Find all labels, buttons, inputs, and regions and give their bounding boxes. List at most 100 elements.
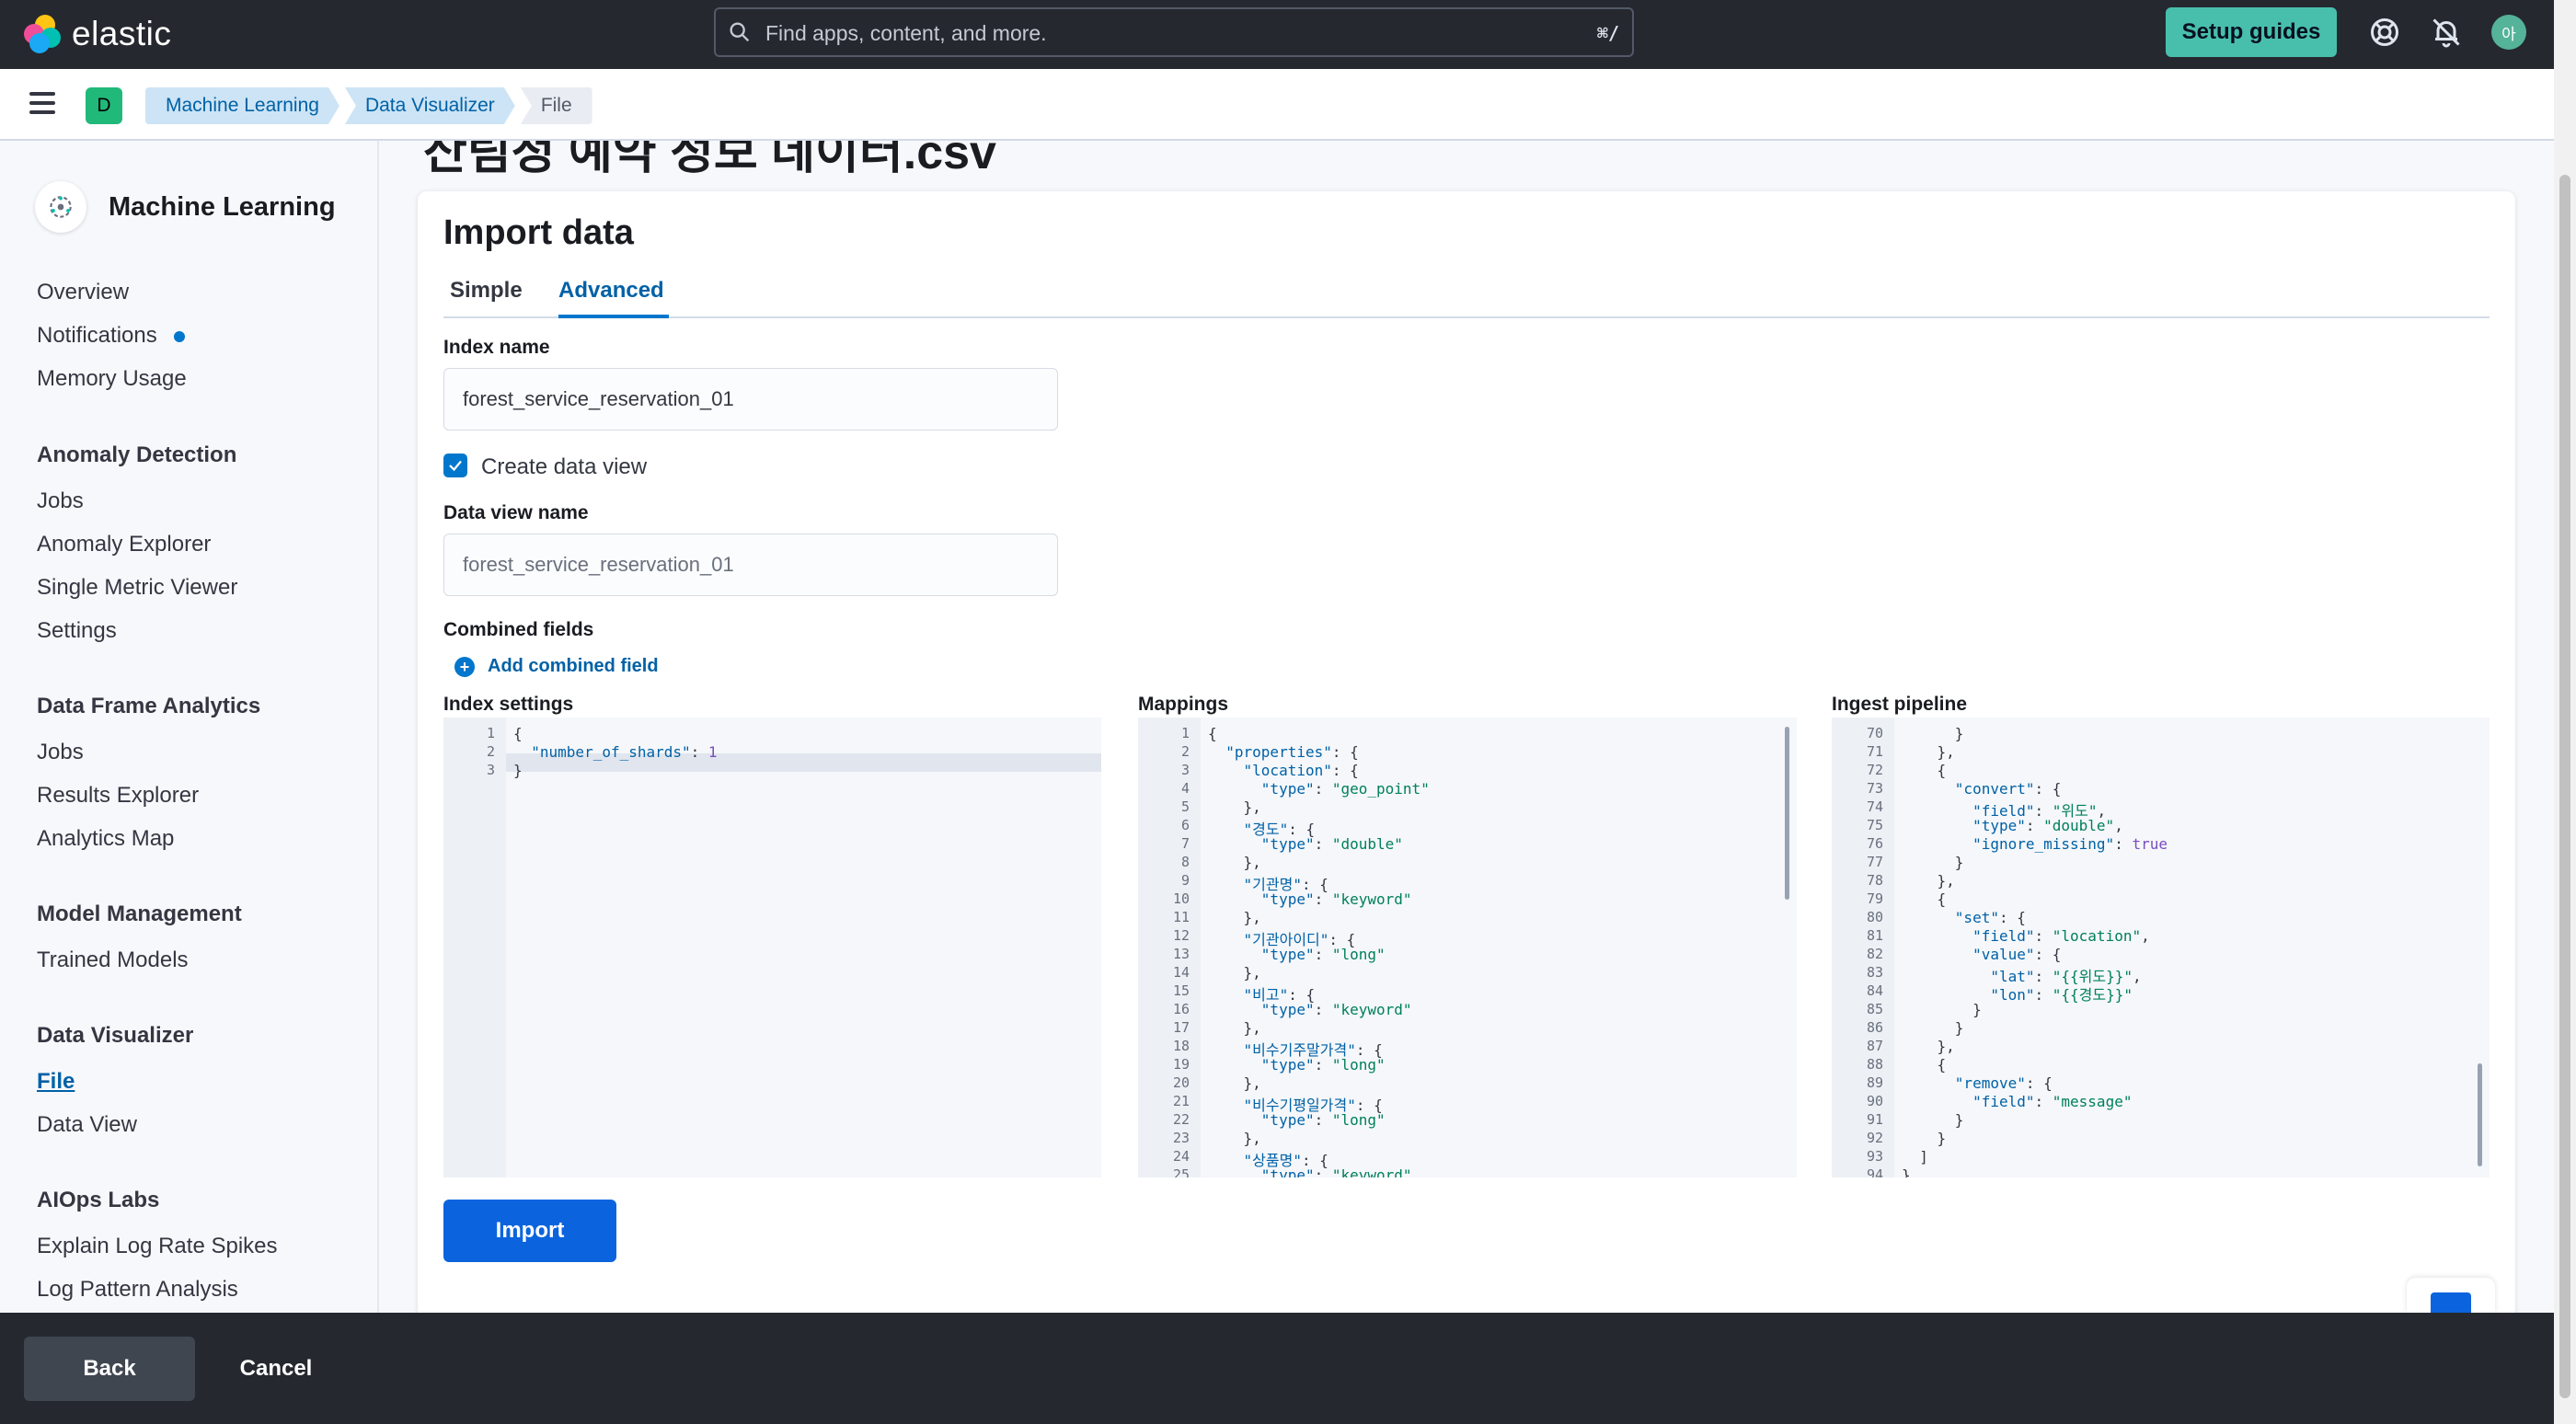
line-number: 92	[1866, 1130, 1883, 1146]
user-avatar[interactable]: 아	[2491, 15, 2526, 50]
notification-dot	[173, 330, 185, 342]
line-number: 7	[1180, 835, 1190, 852]
code-line: "type": "long"	[1260, 946, 1386, 963]
side-nav-header: Machine Learning	[35, 181, 336, 233]
line-number: 94	[1866, 1166, 1883, 1177]
line-number: 73	[1866, 780, 1883, 797]
mappings-scrollbar[interactable]	[1785, 727, 1789, 900]
line-number: 1	[486, 725, 495, 741]
pipeline-scrollbar[interactable]	[2478, 1063, 2482, 1166]
breadcrumb-file: File	[520, 87, 592, 124]
back-button[interactable]: Back	[24, 1337, 195, 1401]
sidebar-group-model-management: Model Management	[37, 901, 242, 926]
code-line: "number_of_shards": 1	[531, 743, 718, 761]
sidebar-item-anomaly-explorer[interactable]: Anomaly Explorer	[37, 532, 211, 557]
help-icon[interactable]	[2368, 16, 2401, 49]
code-line: }	[1902, 725, 1964, 742]
mappings-editor[interactable]: 1 2 3 4 5 6 7 8 9 10 11 12 13 14 15 16 17 18 19 20 21 22 23 24 2…	[1138, 718, 1797, 1177]
create-data-view-label[interactable]: Create data view	[481, 454, 647, 480]
code-line: }	[1902, 1166, 1911, 1177]
line-number: 72	[1866, 762, 1883, 778]
data-view-name-input[interactable]: forest_service_reservation_01	[443, 534, 1058, 596]
sidebar-item-file[interactable]: File	[37, 1069, 75, 1095]
sidebar-item-trained-models[interactable]: Trained Models	[37, 947, 189, 973]
line-number: 3	[1180, 762, 1190, 778]
setup-guides-button[interactable]: Setup guides	[2166, 7, 2337, 57]
ingest-pipeline-editor[interactable]: 70 71 72 73 74 75 76 77 78 79 80 81 82 83 84 85 86 87 88 89…	[1832, 718, 2490, 1177]
elastic-logo[interactable]: elastic	[24, 15, 171, 53]
line-number: 21	[1172, 1093, 1190, 1109]
global-search-input[interactable]: Find apps, content, and more. ⌘/	[714, 7, 1634, 57]
line-number: 81	[1866, 927, 1883, 944]
data-view-name-label: Data view name	[443, 502, 589, 523]
index-settings-editor[interactable]: 1 2 3 { "number_of_shards": 1}	[443, 718, 1101, 1177]
code-line: "type": "keyword"	[1260, 890, 1412, 908]
sidebar-item-single-metric-viewer[interactable]: Single Metric Viewer	[37, 575, 237, 601]
code-line: "remove": {	[1954, 1074, 2053, 1092]
tab-simple[interactable]: Simple	[450, 278, 523, 304]
ingest-pipeline-label: Ingest pipeline	[1832, 694, 1968, 715]
main-content: 산림청 예약 정보 데이터.csv Import data Simple Adv…	[379, 141, 2554, 1313]
code-line: "type": "long"	[1260, 1111, 1386, 1129]
breadcrumb-machine-learning[interactable]: Machine Learning	[145, 87, 339, 124]
line-number: 80	[1866, 909, 1883, 925]
page-title: 산림청 예약 정보 데이터.csv	[423, 141, 996, 179]
line-number: 5	[1180, 798, 1190, 815]
code-line: {	[1208, 725, 1217, 742]
code-line: }	[1902, 1111, 1964, 1129]
create-data-view-checkbox[interactable]	[443, 454, 467, 477]
menu-icon[interactable]	[29, 92, 55, 114]
sidebar-item-settings[interactable]: Settings	[37, 618, 117, 644]
line-number: 78	[1866, 872, 1883, 889]
breadcrumb-data-visualizer[interactable]: Data Visualizer	[345, 87, 515, 124]
line-number: 22	[1172, 1111, 1190, 1128]
index-name-input[interactable]: forest_service_reservation_01	[443, 368, 1058, 431]
line-number: 82	[1866, 946, 1883, 962]
code-line: {	[1902, 1056, 1947, 1074]
line-number: 88	[1866, 1056, 1883, 1073]
code-line: },	[1208, 798, 1261, 816]
sidebar-item-explain-log-rate-spikes[interactable]: Explain Log Rate Spikes	[37, 1234, 278, 1259]
floating-action-button[interactable]	[2407, 1278, 2495, 1313]
code-line: }	[1902, 1130, 1947, 1147]
code-line: "properties": {	[1225, 743, 1359, 761]
sidebar-item-results-explorer[interactable]: Results Explorer	[37, 783, 199, 809]
sidebar-item-ad-jobs[interactable]: Jobs	[37, 488, 84, 514]
sidebar-group-anomaly-detection: Anomaly Detection	[37, 442, 237, 467]
breadcrumb-bar: D Machine Learning Data Visualizer File	[0, 69, 2554, 141]
sidebar-item-dfa-jobs[interactable]: Jobs	[37, 740, 84, 765]
page-scroll-thumb[interactable]	[2559, 175, 2570, 1398]
line-number: 87	[1866, 1038, 1883, 1054]
sidebar-item-analytics-map[interactable]: Analytics Map	[37, 826, 174, 852]
line-number: 2	[1180, 743, 1190, 760]
line-number: 93	[1866, 1148, 1883, 1165]
sidebar-item-overview[interactable]: Overview	[37, 280, 129, 305]
sidebar-item-memory-usage[interactable]: Memory Usage	[37, 366, 187, 392]
code-line: "type": "geo_point"	[1260, 780, 1430, 798]
cancel-button[interactable]: Cancel	[221, 1337, 331, 1401]
line-number: 15	[1172, 982, 1190, 999]
bottom-bar: Back Cancel	[0, 1313, 2554, 1424]
line-number: 85	[1866, 1001, 1883, 1017]
line-number: 79	[1866, 890, 1883, 907]
sidebar-item-notifications[interactable]: Notifications	[37, 323, 185, 349]
line-number-gutter: 1 2 3	[443, 718, 506, 1177]
sidebar-item-log-pattern-analysis[interactable]: Log Pattern Analysis	[37, 1277, 238, 1303]
notifications-icon[interactable]	[2430, 16, 2463, 49]
space-avatar[interactable]: D	[86, 87, 122, 124]
tab-advanced[interactable]: Advanced	[558, 278, 664, 304]
global-header: elastic Find apps, content, and more. ⌘/…	[0, 0, 2554, 69]
elastic-logo-icon	[24, 15, 63, 53]
code-line: "type": "double"	[1260, 835, 1403, 853]
combined-fields-label: Combined fields	[443, 619, 594, 640]
page-scrollbar[interactable]	[2554, 0, 2576, 1424]
line-number: 91	[1866, 1111, 1883, 1128]
line-number: 2	[486, 743, 495, 760]
add-combined-field-button[interactable]: + Add combined field	[454, 656, 659, 677]
import-button[interactable]: Import	[443, 1200, 616, 1262]
sidebar-item-data-view[interactable]: Data View	[37, 1112, 137, 1138]
code-line: {	[1902, 890, 1947, 908]
code-line: },	[1902, 743, 1955, 761]
code-line: "field": "message"	[1972, 1093, 2133, 1110]
search-placeholder: Find apps, content, and more.	[765, 21, 1047, 45]
